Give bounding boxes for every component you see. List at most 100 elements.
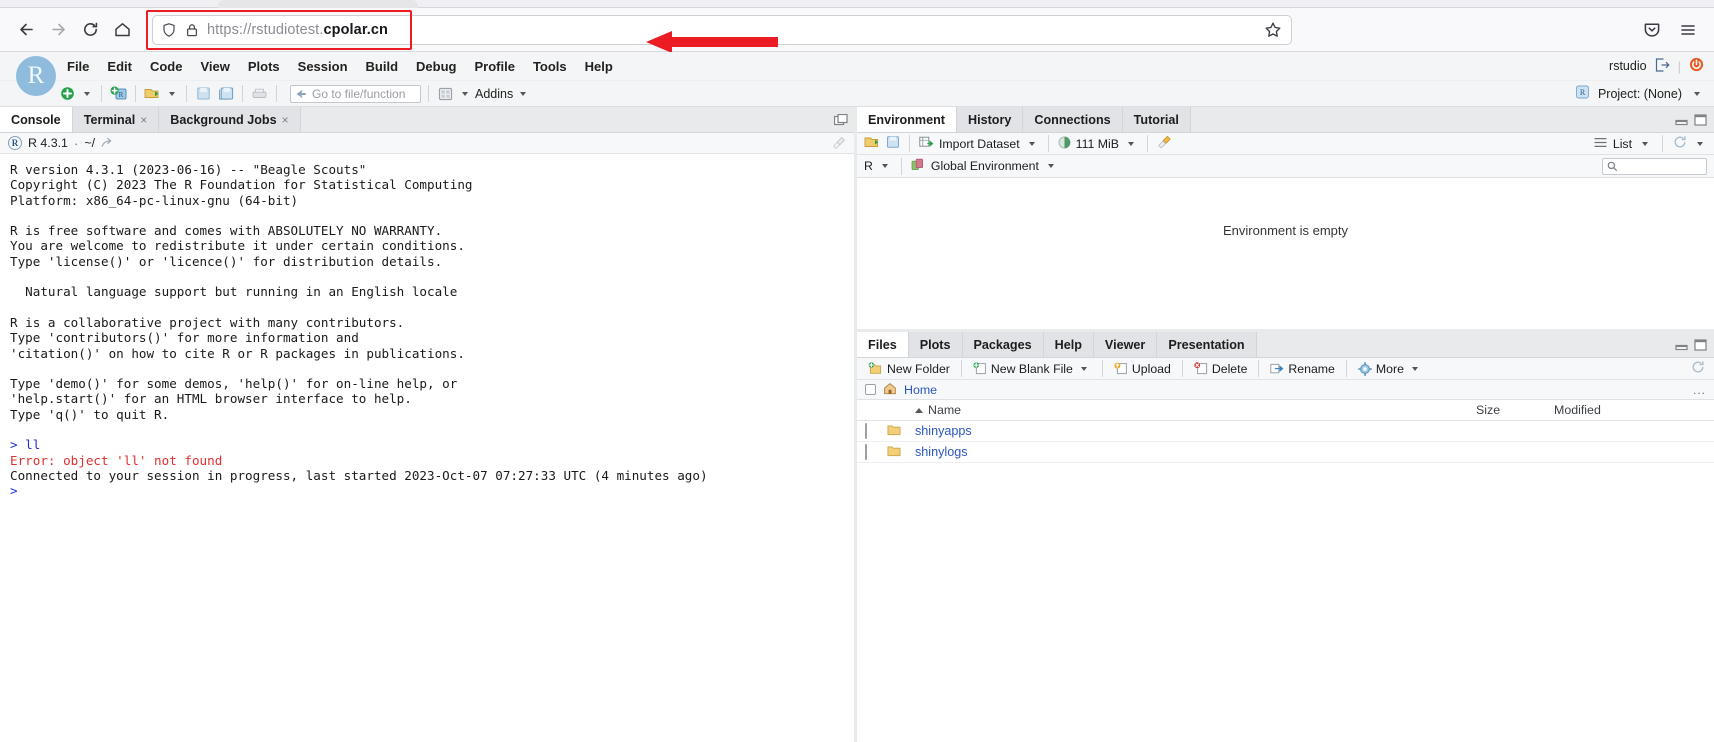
tab-history[interactable]: History xyxy=(957,107,1023,132)
star-icon[interactable] xyxy=(1263,20,1283,40)
tab-background-jobs[interactable]: Background Jobs × xyxy=(159,107,300,132)
pocket-icon[interactable] xyxy=(1636,14,1668,46)
memory-usage-label[interactable]: 111 MiB xyxy=(1076,137,1119,151)
addins-caret-icon[interactable] xyxy=(520,92,526,96)
tab-files[interactable]: Files xyxy=(857,332,909,357)
files-header-name[interactable]: Name xyxy=(915,403,1476,417)
tab-environment[interactable]: Environment xyxy=(857,107,957,132)
environment-search-field[interactable] xyxy=(1621,161,1701,173)
rename-button[interactable]: Rename xyxy=(1265,362,1339,376)
file-name[interactable]: shinylogs xyxy=(915,445,1476,459)
browser-tab[interactable] xyxy=(218,0,418,8)
power-icon[interactable] xyxy=(1689,57,1704,75)
more-button[interactable]: More xyxy=(1353,362,1427,376)
panes-icon[interactable] xyxy=(436,84,455,103)
import-dataset-label[interactable]: Import Dataset xyxy=(939,137,1020,151)
maximize-icon[interactable] xyxy=(1694,339,1707,351)
project-caret-icon[interactable] xyxy=(1694,92,1700,96)
open-folder-icon[interactable] xyxy=(864,135,881,152)
close-icon[interactable]: × xyxy=(140,113,147,127)
menu-code[interactable]: Code xyxy=(141,56,192,77)
upload-button[interactable]: Upload xyxy=(1109,362,1176,376)
save-workspace-icon[interactable] xyxy=(886,135,900,152)
goto-file-input[interactable]: Go to file/function xyxy=(290,85,421,103)
files-header-modified[interactable]: Modified xyxy=(1554,403,1714,417)
tab-presentation[interactable]: Presentation xyxy=(1157,332,1256,357)
tab-terminal[interactable]: Terminal × xyxy=(73,107,160,132)
home-icon[interactable] xyxy=(106,14,138,46)
menu-view[interactable]: View xyxy=(191,56,238,77)
menu-profile[interactable]: Profile xyxy=(465,56,523,77)
row-checkbox[interactable] xyxy=(865,444,867,460)
menu-edit[interactable]: Edit xyxy=(98,56,141,77)
menu-tools[interactable]: Tools xyxy=(524,56,576,77)
refresh-files-icon[interactable] xyxy=(1691,360,1705,377)
open-in-window-icon[interactable] xyxy=(101,136,113,151)
minimize-icon[interactable] xyxy=(1675,114,1688,126)
tab-console[interactable]: Console xyxy=(0,107,73,132)
print-icon[interactable] xyxy=(250,84,269,103)
open-file-caret-icon[interactable] xyxy=(169,92,175,96)
new-project-icon[interactable]: R xyxy=(109,84,128,103)
language-selector-label[interactable]: R xyxy=(864,159,873,173)
menu-debug[interactable]: Debug xyxy=(407,56,465,77)
menu-build[interactable]: Build xyxy=(357,56,408,77)
addins-button[interactable]: Addins xyxy=(475,87,513,101)
view-mode-label[interactable]: List xyxy=(1613,137,1632,151)
menu-file[interactable]: File xyxy=(58,56,98,77)
files-header-size[interactable]: Size xyxy=(1476,403,1554,417)
file-row[interactable]: shinylogs xyxy=(857,442,1714,463)
shield-icon[interactable] xyxy=(161,22,177,38)
more-caret-icon[interactable] xyxy=(1412,367,1418,371)
clear-environment-icon[interactable] xyxy=(1157,135,1172,152)
view-mode-caret-icon[interactable] xyxy=(1642,142,1648,146)
console-output[interactable]: R version 4.3.1 (2023-06-16) -- "Beagle … xyxy=(0,154,854,742)
tab-tutorial[interactable]: Tutorial xyxy=(1123,107,1191,132)
menu-plots[interactable]: Plots xyxy=(239,56,289,77)
new-file-caret-icon[interactable] xyxy=(84,92,90,96)
delete-button[interactable]: Delete xyxy=(1189,362,1253,376)
clear-console-icon[interactable] xyxy=(832,136,846,153)
environment-search-input[interactable] xyxy=(1602,158,1707,175)
tab-help[interactable]: Help xyxy=(1044,332,1094,357)
hamburger-menu-icon[interactable] xyxy=(1672,14,1704,46)
new-file-icon[interactable] xyxy=(58,84,77,103)
select-all-checkbox[interactable] xyxy=(865,384,876,395)
file-row[interactable]: shinyapps xyxy=(857,421,1714,442)
back-arrow-icon[interactable] xyxy=(10,14,42,46)
scope-caret-icon[interactable] xyxy=(1048,164,1054,168)
new-blank-file-button[interactable]: New Blank File xyxy=(968,362,1096,376)
menu-session[interactable]: Session xyxy=(289,56,357,77)
forward-arrow-icon[interactable] xyxy=(42,14,74,46)
memory-caret-icon[interactable] xyxy=(1128,142,1134,146)
close-icon[interactable]: × xyxy=(282,113,289,127)
maximize-icon[interactable] xyxy=(1694,114,1707,126)
reload-icon[interactable] xyxy=(74,14,106,46)
tab-connections[interactable]: Connections xyxy=(1023,107,1122,132)
file-name[interactable]: shinyapps xyxy=(915,424,1476,438)
tab-viewer[interactable]: Viewer xyxy=(1094,332,1157,357)
save-all-icon[interactable] xyxy=(216,84,235,103)
signout-icon[interactable] xyxy=(1655,58,1670,75)
import-dataset-caret-icon[interactable] xyxy=(1029,142,1035,146)
new-blank-file-caret-icon[interactable] xyxy=(1081,367,1087,371)
lock-icon[interactable] xyxy=(184,22,200,38)
project-label[interactable]: Project: (None) xyxy=(1598,87,1682,101)
open-file-icon[interactable] xyxy=(143,84,162,103)
minimize-icon[interactable] xyxy=(1675,339,1688,351)
new-folder-button[interactable]: New Folder xyxy=(863,362,955,376)
save-icon[interactable] xyxy=(194,84,213,103)
tab-packages[interactable]: Packages xyxy=(963,332,1044,357)
breadcrumb-overflow-icon[interactable]: ... xyxy=(1693,383,1706,397)
row-checkbox[interactable] xyxy=(865,423,867,439)
refresh-caret-icon[interactable] xyxy=(1697,142,1703,146)
console-working-dir[interactable]: ~/ xyxy=(84,136,95,150)
global-environment-label[interactable]: Global Environment xyxy=(931,159,1039,173)
tab-plots[interactable]: Plots xyxy=(909,332,963,357)
maximize-icon[interactable] xyxy=(834,114,847,126)
list-view-icon[interactable] xyxy=(1594,137,1607,151)
menu-help[interactable]: Help xyxy=(576,56,622,77)
language-caret-icon[interactable] xyxy=(882,164,888,168)
panes-caret-icon[interactable] xyxy=(462,92,468,96)
breadcrumb-home-link[interactable]: Home xyxy=(904,383,937,397)
